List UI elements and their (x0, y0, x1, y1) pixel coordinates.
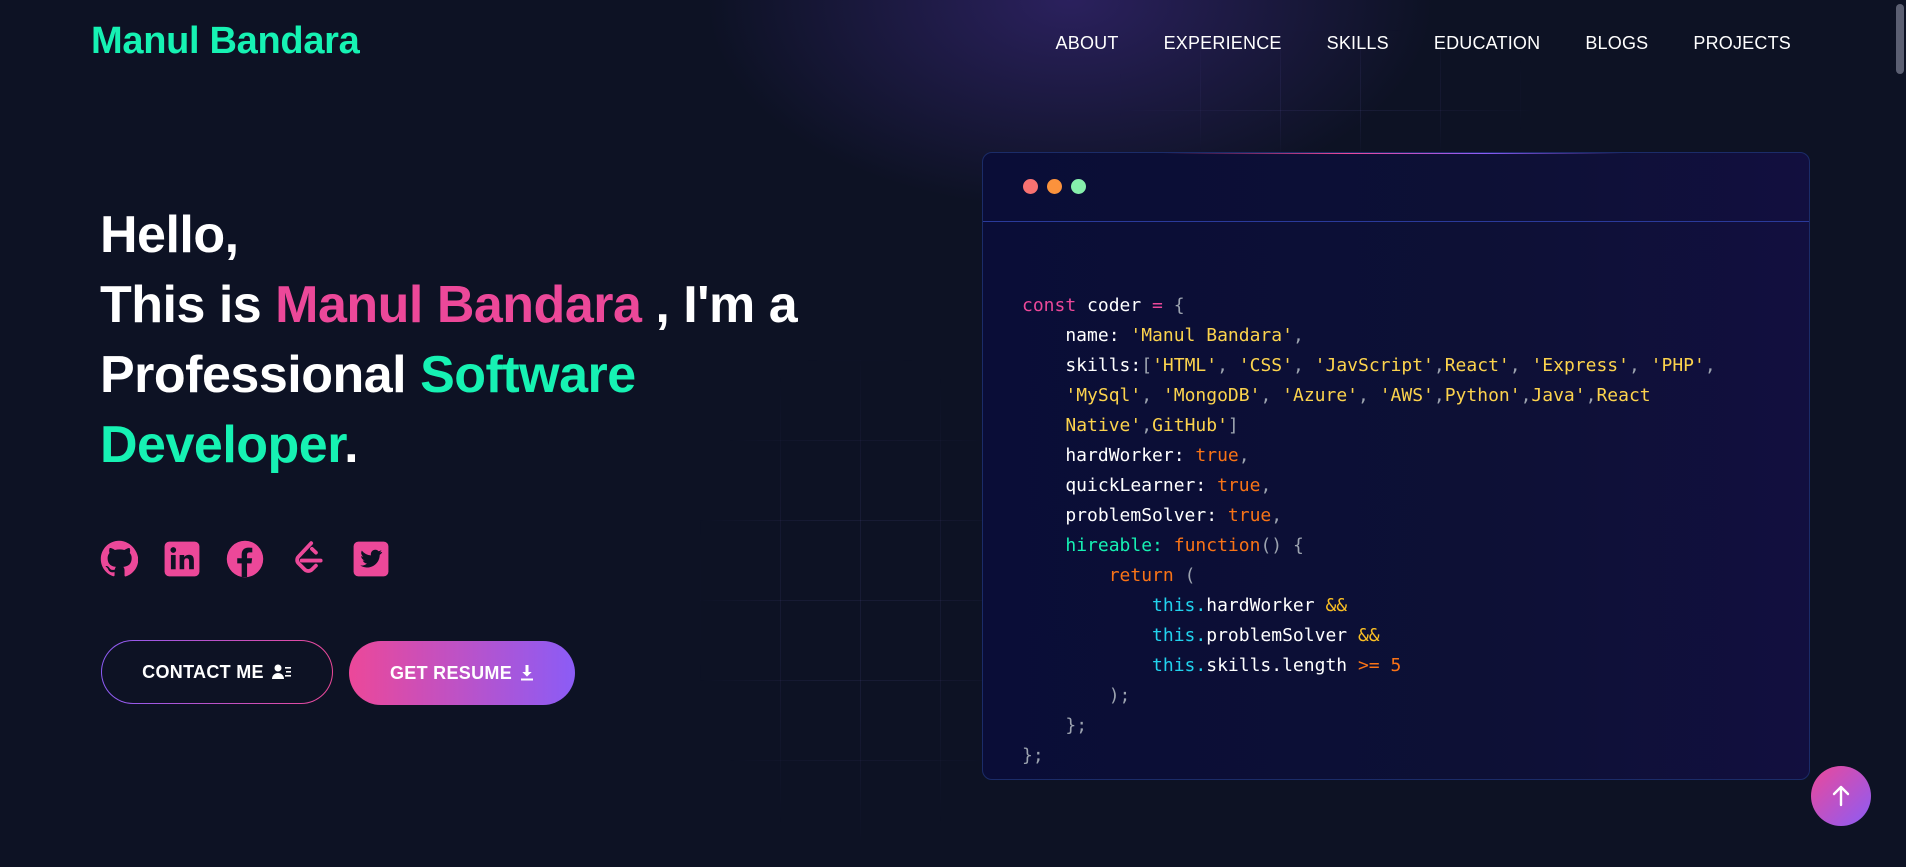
hero-professional: Professional (100, 346, 421, 404)
contact-me-button[interactable]: CONTACT ME (101, 640, 333, 704)
nav-about[interactable]: ABOUT (1056, 33, 1119, 54)
brand-logo[interactable]: Manul Bandara (91, 20, 360, 63)
hero-greeting: Hello, (100, 206, 239, 264)
code-block: const coder = { name: 'Manul Bandara', s… (1022, 261, 1716, 771)
code-line: problemSolver: true, (1022, 505, 1283, 526)
code-window-titlebar (983, 153, 1809, 222)
arrow-up-icon (1832, 785, 1850, 807)
nav-skills[interactable]: SKILLS (1327, 33, 1389, 54)
code-line: return ( (1108, 565, 1196, 586)
code-line: 'MySql', 'MongoDB', 'Azure', 'AWS',Pytho… (1065, 385, 1651, 406)
leetcode-icon[interactable] (289, 540, 327, 578)
scrollbar-thumb[interactable] (1896, 4, 1904, 74)
hero-period: . (344, 416, 359, 474)
code-line: }; (1065, 715, 1088, 736)
nav-projects[interactable]: PROJECTS (1693, 33, 1791, 54)
code-line: name: 'Manul Bandara', (1022, 325, 1304, 346)
get-resume-label: GET RESUME (389, 662, 512, 683)
download-icon (521, 665, 533, 681)
page-scrollbar[interactable] (1894, 0, 1906, 867)
nav-blogs[interactable]: BLOGS (1585, 33, 1648, 54)
hero-this-is: This is (100, 276, 276, 334)
hero-heading: Hello, This is Manul Bandara , I'm a Pro… (100, 200, 860, 480)
code-line: quickLearner: true, (1022, 475, 1272, 496)
page: Manul Bandara ABOUT EXPERIENCE SKILLS ED… (0, 0, 1906, 867)
code-line: const coder = { (1022, 295, 1185, 316)
nav-experience[interactable]: EXPERIENCE (1164, 33, 1282, 54)
contact-me-label: CONTACT ME (142, 661, 264, 682)
code-line: hardWorker: true, (1022, 445, 1250, 466)
contact-card-icon (271, 664, 291, 679)
get-resume-button[interactable]: GET RESUME (349, 641, 575, 705)
github-icon[interactable] (100, 540, 138, 578)
main-nav: ABOUT EXPERIENCE SKILLS EDUCATION BLOGS … (1056, 33, 1791, 54)
linkedin-icon[interactable] (163, 540, 201, 578)
window-controls (1023, 179, 1086, 194)
code-line: ); (1108, 685, 1131, 706)
code-line: hireable: function() { (1065, 535, 1304, 556)
hero-developer: Developer (100, 416, 345, 474)
facebook-icon[interactable] (226, 540, 264, 578)
code-line: }; (1022, 745, 1044, 766)
code-line: this.hardWorker && (1152, 595, 1348, 616)
scroll-to-top-button[interactable] (1811, 766, 1871, 826)
twitter-icon[interactable] (352, 540, 390, 578)
code-window: const coder = { name: 'Manul Bandara', s… (982, 152, 1810, 780)
code-line: Native',GitHub'] (1065, 415, 1239, 436)
social-links (100, 540, 390, 578)
hero-name: Manul Bandara (275, 276, 642, 334)
code-line: this.problemSolver && (1152, 625, 1380, 646)
code-line: this.skills.length >= 5 (1152, 655, 1402, 676)
hero-im-a: , I'm a (641, 276, 798, 334)
close-dot (1023, 179, 1038, 194)
nav-education[interactable]: EDUCATION (1434, 33, 1540, 54)
code-line: skills:['HTML', 'CSS', 'JavScript',React… (1022, 355, 1716, 376)
minimize-dot (1047, 179, 1062, 194)
maximize-dot (1071, 179, 1086, 194)
hero-software: Software (420, 346, 636, 404)
